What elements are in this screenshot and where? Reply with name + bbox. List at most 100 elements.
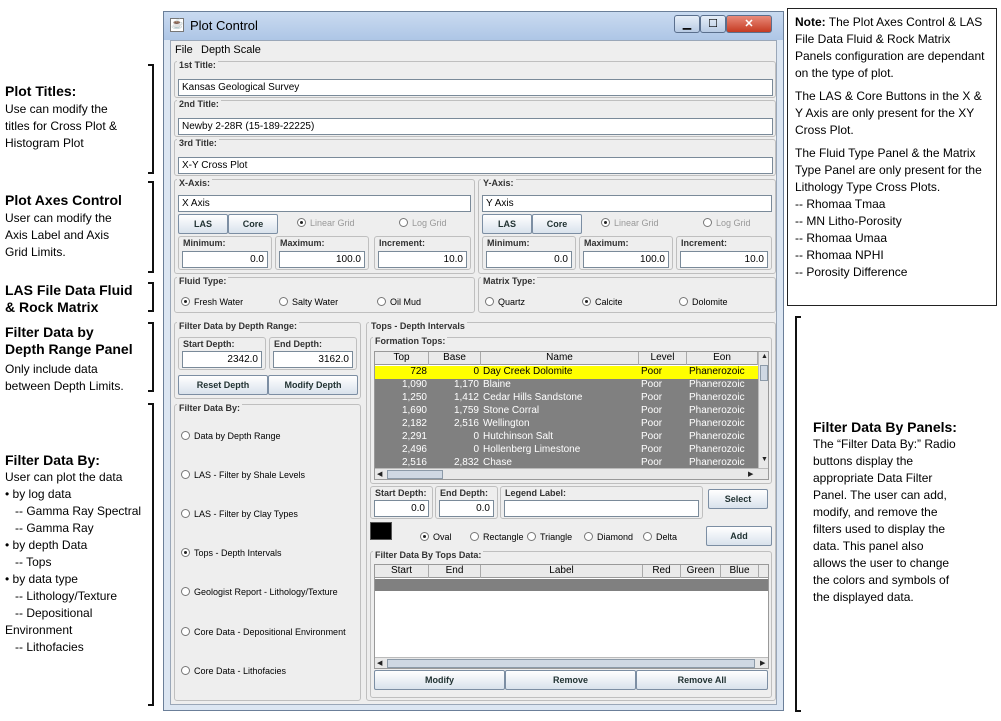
tops-end-depth-input[interactable]: 0.0 [439,500,494,517]
filter-tops-row[interactable] [375,579,768,591]
y-min-box: Minimum: 0.0 [482,236,576,270]
start-depth-input[interactable]: 2342.0 [182,351,262,368]
x-axis-input[interactable]: X Axis [178,195,471,212]
quartz-radio[interactable]: Quartz [485,297,525,307]
remove-button[interactable]: Remove [505,670,636,690]
y-linear-grid-radio[interactable]: Linear Grid [601,218,659,228]
symbol-delta-radio[interactable]: Delta [643,532,677,542]
col-end[interactable]: End [429,565,481,578]
y-log-grid-radio[interactable]: Log Grid [703,218,751,228]
table-row[interactable]: 2,182 2,516 Wellington Poor Phanerozoic [375,418,758,431]
table-row[interactable]: 1,690 1,759 Stone Corral Poor Phanerozoic [375,405,758,418]
filter-tops-radio[interactable]: Tops - Depth Intervals [181,548,282,558]
col-base[interactable]: Base [429,352,481,365]
y-las-button[interactable]: LAS [482,214,532,234]
horizontal-scrollbar[interactable]: ◀ ▶ [375,468,768,479]
scroll-left-icon[interactable]: ◀ [377,659,382,667]
table-row[interactable]: 1,250 1,412 Cedar Hills Sandstone Poor Phane… [375,392,758,405]
tops-start-depth-input[interactable]: 0.0 [374,500,429,517]
col-name[interactable]: Name [481,352,639,365]
first-title-input[interactable]: Kansas Geological Survey [178,79,773,96]
oil-mud-radio[interactable]: Oil Mud [377,297,421,307]
modify-button[interactable]: Modify [374,670,505,690]
modify-depth-button[interactable]: Modify Depth [268,375,358,395]
menu-depth-scale[interactable]: Depth Scale [201,44,261,56]
maximize-button[interactable]: ☐ [700,15,726,33]
legend-label-input[interactable] [504,500,699,517]
x-core-button[interactable]: Core [228,214,278,234]
filter-geologist-report-radio[interactable]: Geologist Report - Lithology/Texture [181,587,338,597]
x-increment-input[interactable]: 10.0 [378,251,467,268]
y-min-input[interactable]: 0.0 [486,251,572,268]
scroll-right-icon[interactable]: ▶ [748,470,753,478]
col-top[interactable]: Top [375,352,429,365]
add-button[interactable]: Add [706,526,772,546]
close-button[interactable]: ✕ [726,15,772,33]
table-row[interactable]: 2,496 0 Hollenberg Limestone Poor Phanerozoi… [375,444,758,457]
symbol-rectangle-radio[interactable]: Rectangle [470,532,524,542]
symbol-triangle-radio[interactable]: Triangle [527,532,572,542]
symbol-oval-radio[interactable]: Oval [420,532,452,542]
radio-dot [582,297,591,306]
col-label[interactable]: Label [481,565,643,578]
color-swatch[interactable] [370,522,392,540]
calcite-radio[interactable]: Calcite [582,297,623,307]
annotation-line: LAS File Data Fluid [5,282,133,298]
select-button[interactable]: Select [708,489,768,509]
col-blue[interactable]: Blue [721,565,759,578]
horizontal-scrollbar[interactable]: ◀ ▶ [375,657,768,668]
third-title-input[interactable]: X-Y Cross Plot [178,157,773,174]
scroll-down-icon[interactable]: ▼ [761,456,768,463]
x-max-input[interactable]: 100.0 [279,251,365,268]
y-increment-input[interactable]: 10.0 [680,251,768,268]
scroll-thumb[interactable] [760,365,768,381]
vertical-scrollbar[interactable]: ▲ ▼ [758,352,768,468]
title-bar[interactable]: ☕ Plot Control ▁ ☐ ✕ [164,12,783,40]
filter-shale-levels-radio[interactable]: LAS - Filter by Shale Levels [181,470,305,480]
scroll-right-icon[interactable]: ▶ [760,659,765,667]
filter-depositional-env-radio[interactable]: Core Data - Depositional Environment [181,627,346,637]
annotation-line: • by log data [5,487,72,501]
annotation-line: Environment [5,623,73,637]
col-eon[interactable]: Eon [687,352,758,365]
col-red[interactable]: Red [643,565,681,578]
col-level[interactable]: Level [639,352,687,365]
y-max-input[interactable]: 100.0 [583,251,669,268]
filter-lithofacies-radio[interactable]: Core Data - Lithofacies [181,666,286,676]
fresh-water-radio[interactable]: Fresh Water [181,297,243,307]
scroll-thumb[interactable] [387,659,755,668]
dolomite-radio[interactable]: Dolomite [679,297,728,307]
col-green[interactable]: Green [681,565,721,578]
menu-file[interactable]: File [175,44,193,56]
filter-tops-header: Start End Label Red Green Blue [375,565,768,578]
table-cell: Poor [641,366,663,377]
x-log-grid-radio[interactable]: Log Grid [399,218,447,228]
filter-tops-table[interactable]: Start End Label Red Green Blue ◀ ▶ [374,564,769,669]
scroll-up-icon[interactable]: ▲ [761,353,768,360]
scroll-left-icon[interactable]: ◀ [377,470,382,478]
filter-clay-types-radio[interactable]: LAS - Filter by Clay Types [181,509,298,519]
minimize-button[interactable]: ▁ [674,15,700,33]
filter-depth-range-radio[interactable]: Data by Depth Range [181,431,281,441]
x-linear-grid-radio[interactable]: Linear Grid [297,218,355,228]
symbol-diamond-radio[interactable]: Diamond [584,532,633,542]
y-core-button[interactable]: Core [532,214,582,234]
reset-depth-button[interactable]: Reset Depth [178,375,268,395]
scroll-thumb[interactable] [387,470,443,479]
formation-tops-table[interactable]: Top Base Name Level Eon 728 0 Day Creek Do… [374,351,769,480]
y-axis-input[interactable]: Y Axis [482,195,772,212]
remove-all-button[interactable]: Remove All [636,670,768,690]
col-start[interactable]: Start [375,565,429,578]
second-title-input[interactable]: Newby 2-28R (15-189-22225) [178,118,773,135]
x-las-button[interactable]: LAS [178,214,228,234]
table-row[interactable]: 2,291 0 Hutchinson Salt Poor Phanerozoic [375,431,758,444]
table-cell: 0 [473,444,479,455]
table-row[interactable]: 728 0 Day Creek Dolomite Poor Phanerozoic [375,366,758,379]
x-min-input[interactable]: 0.0 [182,251,268,268]
end-depth-input[interactable]: 3162.0 [273,351,353,368]
salty-water-radio[interactable]: Salty Water [279,297,338,307]
table-row[interactable]: 1,090 1,170 Blaine Poor Phanerozoic [375,379,758,392]
x-min-box: Minimum: 0.0 [178,236,272,270]
filter-data-by-panel: Filter Data By: Data by Depth Range LAS … [174,403,361,701]
table-cell: Phanerozoic [689,418,745,429]
